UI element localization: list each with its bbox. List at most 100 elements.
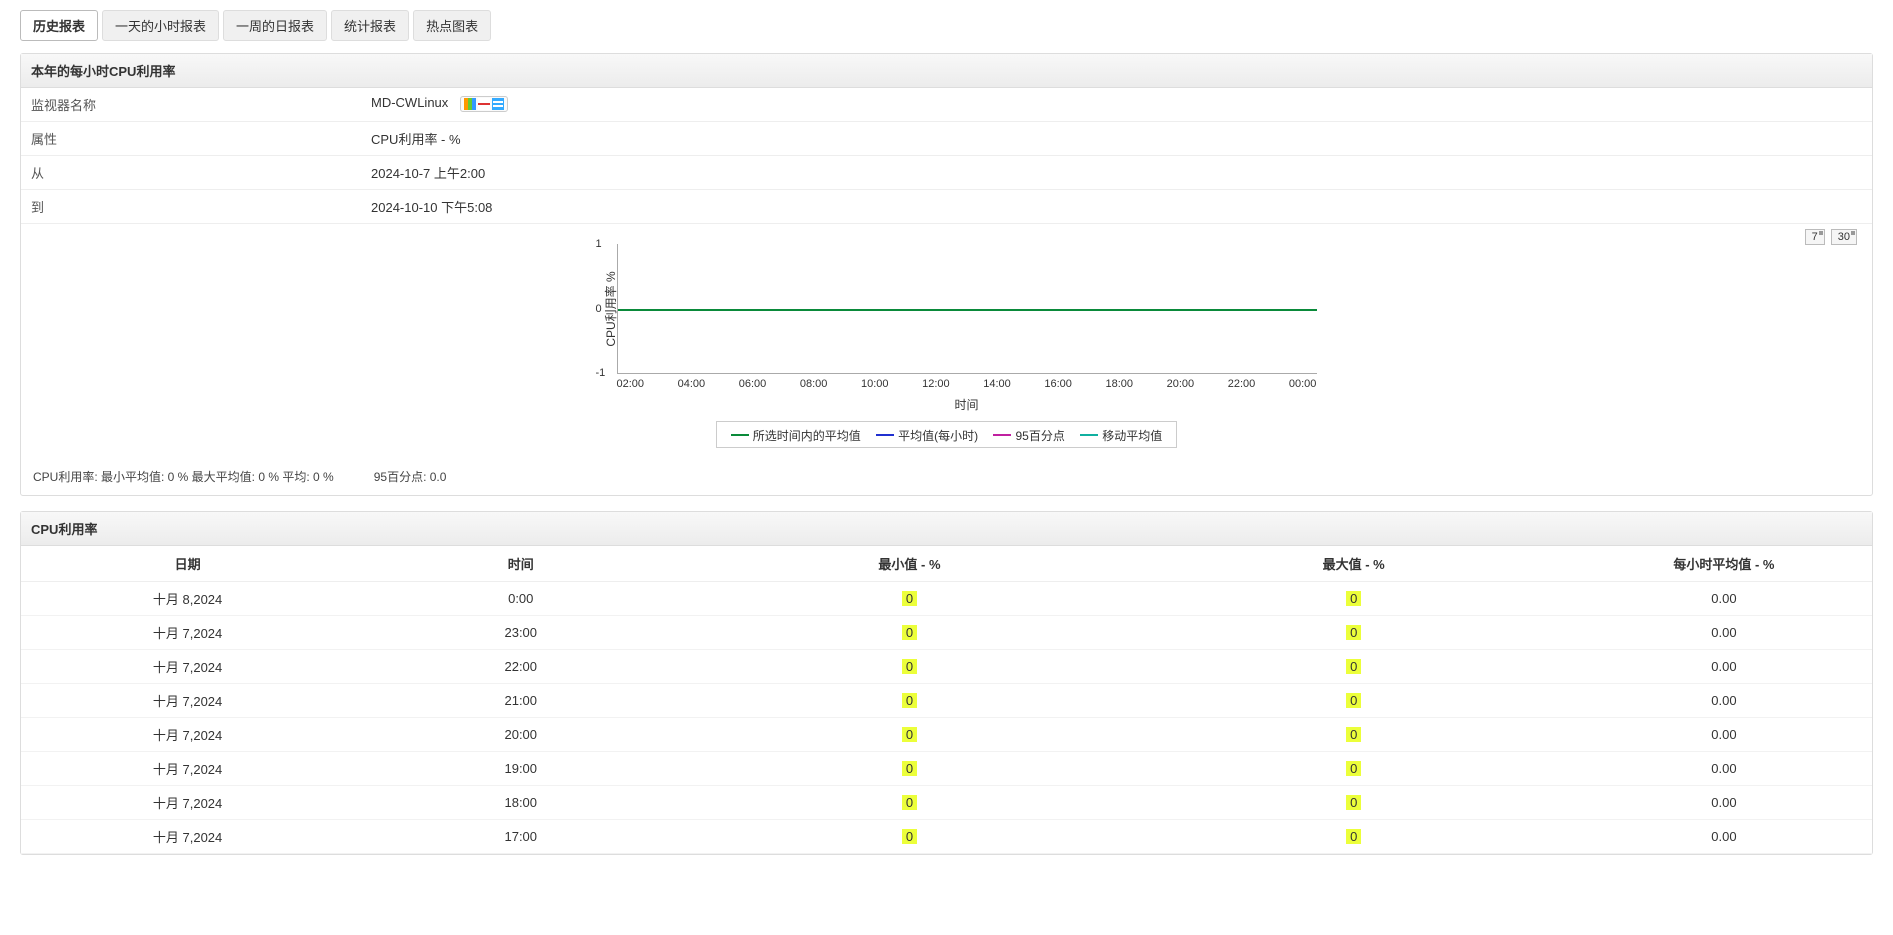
attribute-value: CPU利用率 - % <box>361 122 1872 155</box>
stats-p95: 95百分点: 0.0 <box>374 468 447 485</box>
cell-avg: 0.00 <box>1576 683 1872 717</box>
legend-swatch <box>993 434 1011 436</box>
tab-history[interactable]: 历史报表 <box>20 10 98 41</box>
x-tick: 10:00 <box>861 378 889 390</box>
x-tick: 06:00 <box>739 378 767 390</box>
table-row: 十月 7,202418:00000.00 <box>21 785 1872 819</box>
highlighted-value: 0 <box>1346 829 1361 844</box>
chart-plot[interactable]: CPU利用率 % 1 0 -1 <box>617 244 1317 374</box>
range-30-button[interactable]: 30 <box>1831 229 1857 245</box>
table-row: 十月 7,202420:00000.00 <box>21 717 1872 751</box>
attribute-label: 属性 <box>21 122 361 155</box>
x-tick: 04:00 <box>678 378 706 390</box>
col-max[interactable]: 最大值 - % <box>1132 546 1576 582</box>
highlighted-value: 0 <box>1346 659 1361 674</box>
cell-max: 0 <box>1132 683 1576 717</box>
tab-daily-week[interactable]: 一周的日报表 <box>223 10 327 41</box>
stats-cpu-summary: CPU利用率: 最小平均值: 0 % 最大平均值: 0 % 平均: 0 % <box>33 468 334 485</box>
cell-time: 23:00 <box>354 615 687 649</box>
cell-date: 十月 7,2024 <box>21 615 354 649</box>
cell-max: 0 <box>1132 751 1576 785</box>
col-avg[interactable]: 每小时平均值 - % <box>1576 546 1872 582</box>
x-tick: 22:00 <box>1228 378 1256 390</box>
legend-label: 所选时间内的平均值 <box>753 427 861 444</box>
stats-summary-row: CPU利用率: 最小平均值: 0 % 最大平均值: 0 % 平均: 0 % 95… <box>21 458 1872 495</box>
table-row: 十月 7,202421:00 0 0 0.00 <box>21 683 1872 717</box>
highlighted-value: 0 <box>1346 693 1361 708</box>
x-tick: 20:00 <box>1167 378 1195 390</box>
summary-panel: 本年的每小时CPU利用率 监视器名称 MD-CWLinux 属性 CPU利用率 … <box>20 53 1873 496</box>
highlighted-value: 0 <box>902 795 917 810</box>
cell-min: 0 <box>687 785 1131 819</box>
x-tick: 02:00 <box>617 378 645 390</box>
legend-item[interactable]: 所选时间内的平均值 <box>731 427 861 444</box>
highlighted-value: 0 <box>902 829 917 844</box>
highlighted-value: 0 <box>1346 625 1361 640</box>
cell-date: 十月 7,2024 <box>21 751 354 785</box>
cell-date: 十月 7,2024 <box>21 683 354 717</box>
table-row: 十月 7,202417:00000.00 <box>21 819 1872 853</box>
x-axis-label: 时间 <box>617 396 1317 413</box>
highlighted-value: 0 <box>1346 727 1361 742</box>
highlighted-value: 0 <box>902 591 917 606</box>
x-tick: 08:00 <box>800 378 828 390</box>
highlighted-value: 0 <box>902 693 917 708</box>
legend-item[interactable]: 平均值(每小时) <box>876 427 978 444</box>
cell-min: 0 <box>687 615 1131 649</box>
cell-time: 21:00 <box>354 683 687 717</box>
cell-max: 0 <box>1132 581 1576 615</box>
col-date[interactable]: 日期 <box>21 546 354 582</box>
legend-label: 移动平均值 <box>1102 427 1162 444</box>
bar-chart-icon[interactable] <box>464 98 476 110</box>
highlighted-value: 0 <box>902 727 917 742</box>
col-min[interactable]: 最小值 - % <box>687 546 1131 582</box>
x-tick: 14:00 <box>983 378 1011 390</box>
summary-panel-title: 本年的每小时CPU利用率 <box>21 54 1872 88</box>
cell-date: 十月 7,2024 <box>21 717 354 751</box>
cell-max: 0 <box>1132 785 1576 819</box>
cell-max: 0 <box>1132 649 1576 683</box>
legend-swatch <box>1080 434 1098 436</box>
legend-label: 平均值(每小时) <box>898 427 978 444</box>
cell-avg: 0.00 <box>1576 785 1872 819</box>
cell-min: 0 <box>687 649 1131 683</box>
cell-min: 0 <box>687 717 1131 751</box>
cell-date: 十月 8,2024 <box>21 581 354 615</box>
tab-hotspot[interactable]: 热点图表 <box>413 10 491 41</box>
cell-min: 0 <box>687 751 1131 785</box>
line-chart-icon[interactable] <box>478 98 490 110</box>
highlighted-value: 0 <box>1346 761 1361 776</box>
legend-item[interactable]: 95百分点 <box>993 427 1064 444</box>
info-row-attr: 属性 CPU利用率 - % <box>21 122 1872 156</box>
legend-item[interactable]: 移动平均值 <box>1080 427 1162 444</box>
report-tabs: 历史报表 一天的小时报表 一周的日报表 统计报表 热点图表 <box>20 10 1873 41</box>
cell-date: 十月 7,2024 <box>21 785 354 819</box>
cell-date: 十月 7,2024 <box>21 649 354 683</box>
legend-swatch <box>876 434 894 436</box>
table-row: 十月 7,202423:00 0 0 0.00 <box>21 615 1872 649</box>
cell-avg: 0.00 <box>1576 581 1872 615</box>
chart-type-icons[interactable] <box>460 96 508 112</box>
cell-time: 0:00 <box>354 581 687 615</box>
info-row-monitor: 监视器名称 MD-CWLinux <box>21 88 1872 122</box>
col-time[interactable]: 时间 <box>354 546 687 582</box>
tab-stats[interactable]: 统计报表 <box>331 10 409 41</box>
highlighted-value: 0 <box>902 659 917 674</box>
x-tick: 16:00 <box>1044 378 1072 390</box>
cell-max: 0 <box>1132 615 1576 649</box>
monitor-name-label: 监视器名称 <box>21 88 361 121</box>
chart-legend: 所选时间内的平均值 平均值(每小时) 95百分点 移动平均值 <box>716 421 1177 448</box>
cell-avg: 0.00 <box>1576 751 1872 785</box>
monitor-name-text: MD-CWLinux <box>371 95 448 110</box>
cell-time: 19:00 <box>354 751 687 785</box>
cell-time: 18:00 <box>354 785 687 819</box>
tab-hourly-day[interactable]: 一天的小时报表 <box>102 10 219 41</box>
range-7-button[interactable]: 7 <box>1805 229 1825 245</box>
cell-avg: 0.00 <box>1576 615 1872 649</box>
data-panel-title: CPU利用率 <box>21 512 1872 546</box>
to-value: 2024-10-10 下午5:08 <box>361 190 1872 223</box>
highlighted-value: 0 <box>902 625 917 640</box>
cpu-data-table: 日期 时间 最小值 - % 最大值 - % 每小时平均值 - % 十月 8,20… <box>21 546 1872 854</box>
grid-chart-icon[interactable] <box>492 98 504 110</box>
highlighted-value: 0 <box>1346 591 1361 606</box>
